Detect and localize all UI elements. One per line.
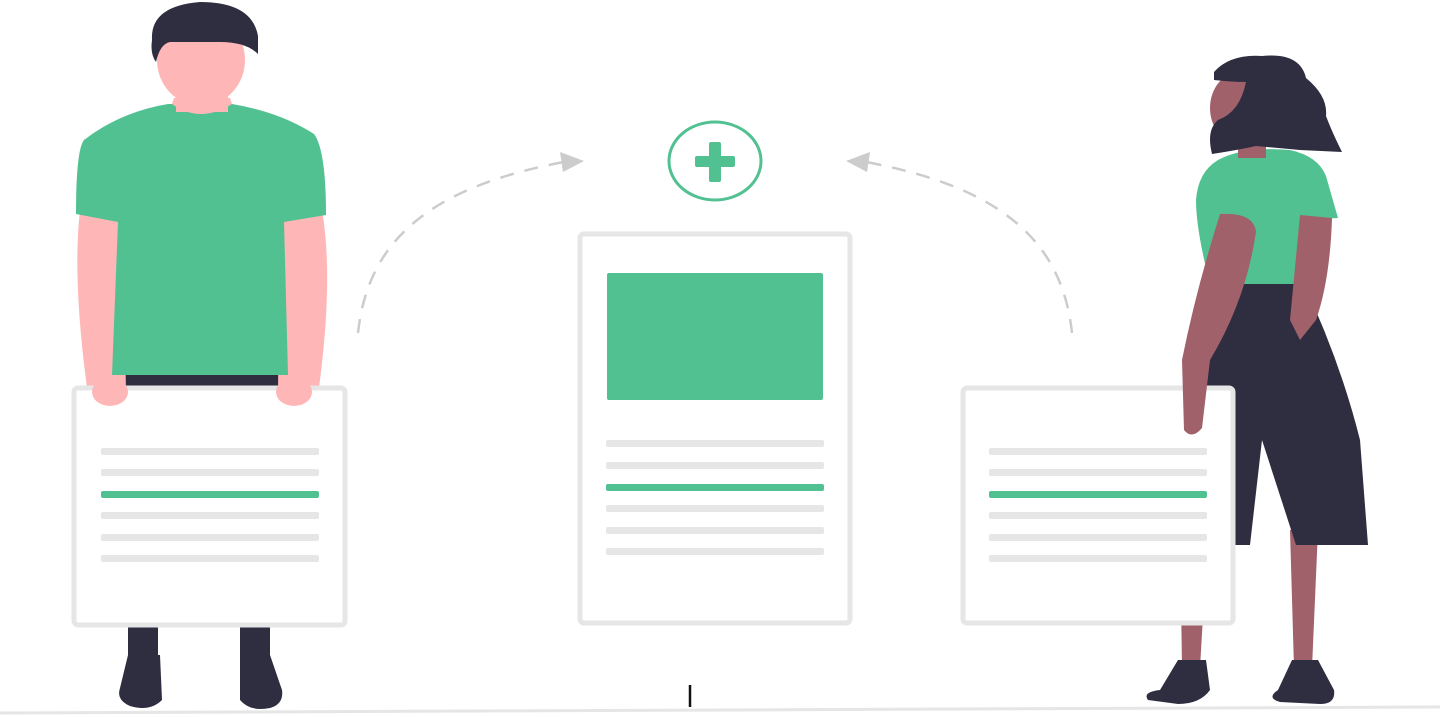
merge-documents-illustration <box>0 2 1440 715</box>
doc-line <box>606 527 824 534</box>
ground-line <box>0 705 1440 715</box>
right-dashed-arrow-icon <box>846 152 1074 334</box>
doc-line <box>606 548 824 555</box>
doc-line-highlight <box>989 491 1207 498</box>
doc-line <box>101 448 319 455</box>
doc-line <box>989 534 1207 541</box>
doc-line <box>989 448 1207 455</box>
doc-line <box>101 512 319 519</box>
plus-circle-icon <box>667 120 763 202</box>
doc-line <box>101 469 319 476</box>
doc-line-highlight <box>101 491 319 498</box>
doc-line <box>101 534 319 541</box>
doc-image-block <box>607 273 823 400</box>
doc-line <box>101 555 319 562</box>
doc-line-highlight <box>606 484 824 491</box>
doc-line <box>989 555 1207 562</box>
doc-line <box>989 469 1207 476</box>
left-document-card <box>71 385 348 628</box>
left-dashed-arrow-icon <box>356 152 584 334</box>
doc-line <box>606 440 824 447</box>
doc-line <box>606 505 824 512</box>
doc-line <box>989 512 1207 519</box>
merged-document-card <box>577 231 853 626</box>
doc-line <box>606 462 824 469</box>
